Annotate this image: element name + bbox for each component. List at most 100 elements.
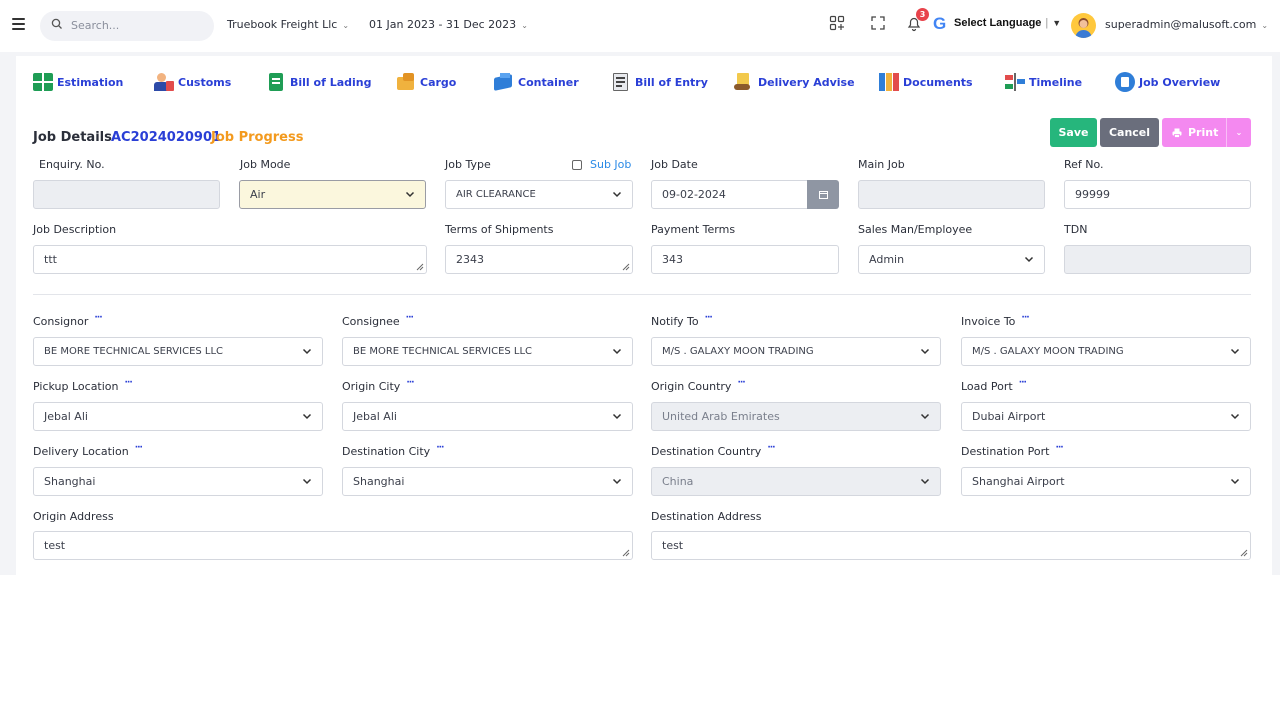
destination-city-select[interactable]: Shanghai xyxy=(342,467,633,496)
resize-handle-icon[interactable] xyxy=(1240,549,1248,557)
terms-of-shipments-value: 2343 xyxy=(456,253,484,266)
destination-port-label: Destination Port ··· xyxy=(961,443,1064,458)
language-selector[interactable]: Select Language | ▼ xyxy=(954,17,1061,29)
terms-of-shipments-textarea[interactable]: 2343 xyxy=(445,245,633,274)
origin-country-select[interactable]: United Arab Emirates xyxy=(651,402,941,431)
job-overview-icon xyxy=(1115,72,1135,92)
load-port-select[interactable]: Dubai Airport xyxy=(961,402,1251,431)
print-options-dropdown[interactable]: ⌄ xyxy=(1226,118,1251,147)
destination-country-select[interactable]: China xyxy=(651,467,941,496)
notify-to-select[interactable]: M/S . GALAXY MOON TRADING xyxy=(651,337,941,366)
more-options-icon[interactable]: ··· xyxy=(406,378,414,388)
pickup-location-select[interactable]: Jebal Ali xyxy=(33,402,323,431)
job-description-textarea[interactable]: ttt xyxy=(33,245,427,274)
search-placeholder: Search... xyxy=(71,19,120,32)
apps-grid-icon[interactable] xyxy=(829,15,845,31)
tab-label: Estimation xyxy=(57,75,124,89)
origin-city-label: Origin City ··· xyxy=(342,378,415,393)
destination-city-label: Destination City ··· xyxy=(342,443,444,458)
user-menu[interactable]: superadmin@malusoft.com ⌄ xyxy=(1105,18,1268,31)
tab-label: Timeline xyxy=(1029,75,1083,89)
more-options-icon[interactable]: ··· xyxy=(406,313,414,323)
main-job-field[interactable] xyxy=(858,180,1045,209)
consignee-select[interactable]: BE MORE TECHNICAL SERVICES LLC xyxy=(342,337,633,366)
ref-no-input[interactable]: 99999 xyxy=(1064,180,1251,209)
origin-city-select[interactable]: Jebal Ali xyxy=(342,402,633,431)
more-options-icon[interactable]: ··· xyxy=(436,443,444,453)
bill-of-lading-icon xyxy=(266,73,286,91)
sales-man-select[interactable]: Admin xyxy=(858,245,1045,274)
period-selector[interactable]: 01 Jan 2023 - 31 Dec 2023 ⌄ xyxy=(369,18,528,31)
chevron-down-icon: ⌄ xyxy=(521,21,528,30)
print-label: Print xyxy=(1188,126,1219,139)
user-email: superadmin@malusoft.com xyxy=(1105,18,1257,31)
consignee-label-text: Consignee xyxy=(342,315,400,328)
consignor-select[interactable]: BE MORE TECHNICAL SERVICES LLC xyxy=(33,337,323,366)
tab-bill-of-lading[interactable]: Bill of Lading xyxy=(266,72,371,92)
language-separator: | xyxy=(1045,17,1049,29)
more-options-icon[interactable]: ··· xyxy=(737,378,745,388)
pickup-location-value: Jebal Ali xyxy=(44,410,88,423)
notify-to-value: M/S . GALAXY MOON TRADING xyxy=(662,346,814,357)
invoice-to-select[interactable]: M/S . GALAXY MOON TRADING xyxy=(961,337,1251,366)
job-mode-select[interactable]: Air xyxy=(239,180,426,209)
sub-job-checkbox[interactable]: Sub Job xyxy=(572,158,631,171)
delivery-location-value: Shanghai xyxy=(44,475,96,488)
notify-to-label-text: Notify To xyxy=(651,315,699,328)
payment-terms-input[interactable]: 343 xyxy=(651,245,839,274)
more-options-icon[interactable]: ··· xyxy=(767,443,775,453)
tab-bill-of-entry[interactable]: Bill of Entry xyxy=(611,72,708,92)
tab-delivery-advise[interactable]: Delivery Advise xyxy=(734,72,855,92)
tab-cargo[interactable]: Cargo xyxy=(396,72,456,92)
job-mode-value: Air xyxy=(250,188,266,201)
destination-port-label-text: Destination Port xyxy=(961,445,1050,458)
estimation-icon xyxy=(33,73,53,91)
resize-handle-icon[interactable] xyxy=(622,263,630,271)
chevron-down-icon xyxy=(405,191,415,198)
resize-handle-icon[interactable] xyxy=(416,263,424,271)
chevron-down-icon xyxy=(612,478,622,485)
avatar[interactable] xyxy=(1071,13,1096,38)
more-options-icon[interactable]: ··· xyxy=(94,313,102,323)
job-progress-link[interactable]: Job Progress xyxy=(211,130,303,145)
company-selector[interactable]: Truebook Freight Llc ⌄ xyxy=(227,18,349,31)
enquiry-no-field[interactable] xyxy=(33,180,220,209)
menu-icon[interactable] xyxy=(12,18,25,30)
tab-estimation[interactable]: Estimation xyxy=(33,72,123,92)
more-options-icon[interactable]: ··· xyxy=(705,313,713,323)
origin-address-textarea[interactable]: test xyxy=(33,531,633,560)
tab-timeline[interactable]: Timeline xyxy=(1005,72,1082,92)
more-options-icon[interactable]: ··· xyxy=(135,443,143,453)
destination-port-select[interactable]: Shanghai Airport xyxy=(961,467,1251,496)
save-button[interactable]: Save xyxy=(1050,118,1097,147)
bill-of-entry-icon xyxy=(611,73,631,91)
calendar-button[interactable] xyxy=(807,180,839,209)
period-range: 01 Jan 2023 - 31 Dec 2023 xyxy=(369,18,517,31)
chevron-down-icon xyxy=(1230,348,1240,355)
tab-documents[interactable]: Documents xyxy=(879,72,973,92)
destination-address-label: Destination Address xyxy=(651,510,762,523)
tdn-field[interactable] xyxy=(1064,245,1251,274)
fullscreen-icon[interactable] xyxy=(870,15,886,31)
job-date-input[interactable]: 09-02-2024 xyxy=(651,180,808,209)
job-type-select[interactable]: AIR CLEARANCE xyxy=(445,180,633,209)
more-options-icon[interactable]: ··· xyxy=(1019,378,1027,388)
more-options-icon[interactable]: ··· xyxy=(1021,313,1029,323)
terms-of-shipments-label: Terms of Shipments xyxy=(445,223,554,236)
print-button[interactable]: Print ⌄ xyxy=(1162,118,1251,147)
origin-city-label-text: Origin City xyxy=(342,380,401,393)
more-options-icon[interactable]: ··· xyxy=(1055,443,1063,453)
cancel-button[interactable]: Cancel xyxy=(1100,118,1159,147)
tab-job-overview[interactable]: Job Overview xyxy=(1115,72,1220,92)
origin-country-label-text: Origin Country xyxy=(651,380,732,393)
resize-handle-icon[interactable] xyxy=(622,549,630,557)
destination-address-textarea[interactable]: test xyxy=(651,531,1251,560)
more-options-icon[interactable]: ··· xyxy=(125,378,133,388)
search-box[interactable]: Search... xyxy=(40,11,214,41)
calendar-icon xyxy=(819,191,828,199)
tab-customs[interactable]: Customs xyxy=(154,72,231,92)
language-dropdown-icon: ▼ xyxy=(1052,18,1062,28)
delivery-location-select[interactable]: Shanghai xyxy=(33,467,323,496)
tab-container[interactable]: Container xyxy=(494,72,579,92)
payment-terms-label: Payment Terms xyxy=(651,223,736,236)
